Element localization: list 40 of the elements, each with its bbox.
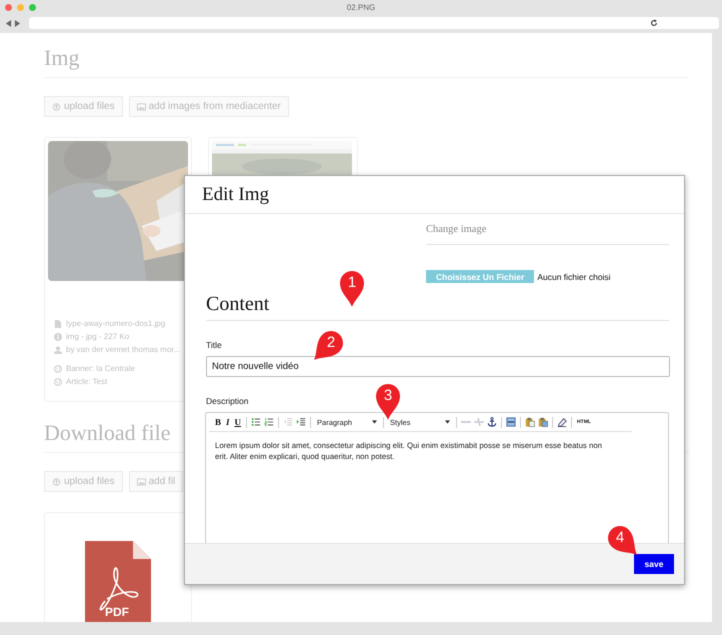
caret-icon [372,420,378,424]
step-marker: 1 [339,270,365,307]
file-status: Aucun fichier choisi [537,272,611,282]
anchor-icon[interactable] [487,417,498,427]
save-button[interactable]: save [634,554,674,574]
file-detail: by van der vennet thomas mor... [66,345,180,354]
reload-icon[interactable] [650,19,658,27]
back-icon[interactable] [5,20,12,26]
caret-icon [445,420,450,424]
field-label: Description [206,396,249,406]
underline-button[interactable]: U [234,417,242,427]
bold-button[interactable]: B [214,417,222,427]
upload-icon [52,478,61,486]
info-icon [54,332,62,340]
italic-button[interactable]: I [225,417,231,427]
paste-icon[interactable] [525,417,536,427]
title-field[interactable]: Notre nouvelle vidéo [206,356,670,377]
dialog-title: Edit Img [202,184,270,206]
change-image-heading: Change image [426,214,669,245]
window-title: 02.PNG [346,3,376,12]
image-icon [136,478,146,486]
indent-icon[interactable] [296,417,306,427]
section-heading: Img [44,45,689,78]
file-detail: type-away-numero-dos1.jpg [66,319,166,328]
eraser-icon[interactable] [557,417,568,427]
address-field[interactable] [29,17,719,29]
file-type-label: PDF [105,605,129,619]
forward-icon[interactable] [14,20,21,26]
globe-icon [54,378,62,386]
image-icon [136,102,146,110]
pasteword-icon[interactable] [538,417,548,427]
user-icon [54,346,62,354]
file-icon [54,320,62,328]
numbers-icon[interactable] [264,417,274,427]
field-label: Title [206,340,222,350]
file-detail: img - jpg - 227 Ko [66,332,130,341]
globe-icon [54,364,62,372]
upload-icon [52,102,61,110]
bullets-icon[interactable] [251,417,262,427]
step-marker: 3 [375,383,401,420]
